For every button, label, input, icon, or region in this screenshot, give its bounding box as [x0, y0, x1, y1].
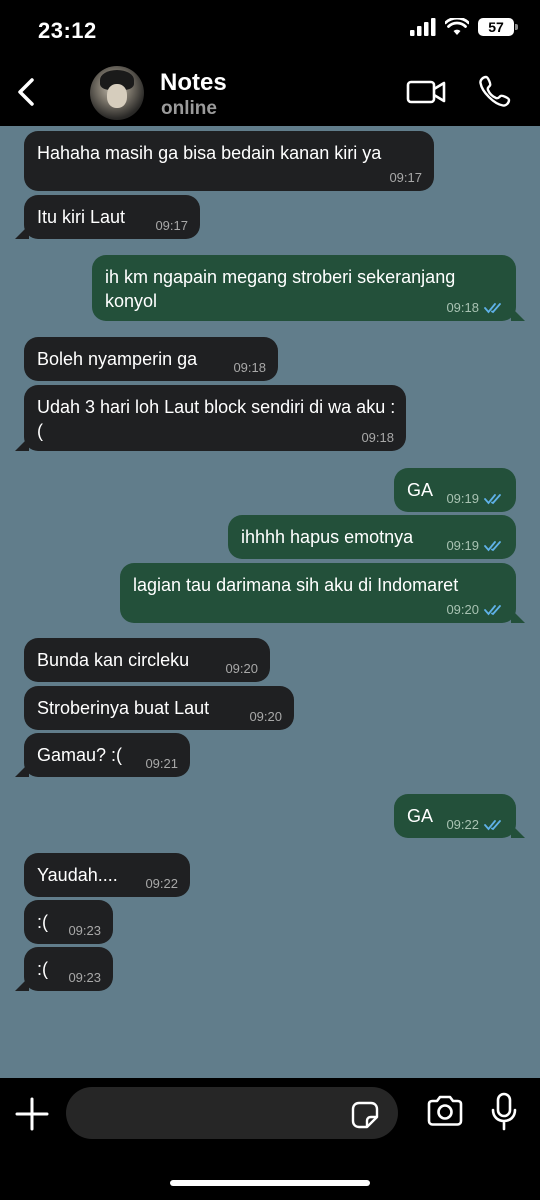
wifi-icon — [445, 18, 469, 35]
battery-indicator: 57 — [478, 18, 518, 36]
message-text: lagian tau darimana sih aku di Indomaret — [133, 575, 459, 595]
message-outgoing[interactable]: GA 09:22 — [394, 794, 525, 838]
chat-area[interactable]: Hahaha masih ga bisa bedain kanan kiri y… — [0, 126, 540, 1078]
message-meta: 09:18 — [233, 360, 266, 375]
message-incoming[interactable]: Stroberinya buat Laut 09:20 — [24, 686, 294, 730]
contact-name[interactable]: Notes — [160, 69, 227, 97]
message-meta: 09:23 — [68, 923, 101, 938]
message-meta: 09:21 — [145, 756, 178, 771]
message-text: ihhhh hapus emotnya — [241, 527, 414, 547]
message-meta: 09:18 — [446, 300, 504, 315]
message-meta: 09:22 — [446, 817, 504, 832]
read-ticks-icon — [484, 302, 501, 313]
read-ticks-icon — [484, 493, 501, 504]
message-time: 09:22 — [145, 876, 178, 891]
message-text: :( — [37, 912, 48, 932]
signal-icon — [410, 18, 436, 36]
message-input[interactable] — [66, 1087, 398, 1139]
message-text: GA — [407, 806, 434, 826]
message-time: 09:19 — [446, 538, 479, 553]
message-time: 09:20 — [249, 709, 282, 724]
message-meta: 09:20 — [249, 709, 282, 724]
message-text: Hahaha masih ga bisa bedain kanan kiri y… — [37, 143, 382, 163]
message-meta: 09:19 — [446, 538, 504, 553]
chat-header: Notes online — [0, 60, 540, 126]
back-chevron-icon[interactable] — [10, 72, 46, 112]
message-time: 09:23 — [68, 923, 101, 938]
contact-status: online — [161, 98, 217, 119]
message-outgoing[interactable]: GA 09:19 — [394, 468, 516, 512]
sticker-icon[interactable] — [351, 1101, 379, 1129]
message-incoming[interactable]: :( 09:23 — [24, 900, 113, 944]
message-incoming[interactable]: Yaudah.... 09:22 — [24, 853, 190, 897]
message-time: 09:17 — [389, 170, 422, 185]
status-icons: 57 — [410, 18, 518, 36]
message-incoming[interactable]: Boleh nyamperin ga 09:18 — [24, 337, 278, 381]
status-bar: 23:12 57 — [0, 0, 540, 60]
message-meta: 09:20 — [446, 602, 504, 617]
message-time: 09:17 — [155, 218, 188, 233]
message-time: 09:20 — [446, 602, 479, 617]
message-incoming[interactable]: Itu kiri Laut 09:17 — [15, 195, 200, 239]
message-time: 09:19 — [446, 491, 479, 506]
message-text: GA — [407, 480, 434, 500]
read-ticks-icon — [484, 540, 501, 551]
home-indicator[interactable] — [170, 1180, 370, 1186]
message-text: Itu kiri Laut — [37, 207, 126, 227]
message-time: 09:20 — [225, 661, 258, 676]
status-time: 23:12 — [38, 18, 97, 43]
message-incoming[interactable]: Bunda kan circleku 09:20 — [24, 638, 270, 682]
message-text: Yaudah.... — [37, 865, 118, 885]
message-meta: 09:20 — [225, 661, 258, 676]
message-meta: 09:19 — [446, 491, 504, 506]
message-meta: 09:22 — [145, 876, 178, 891]
message-text: Stroberinya buat Laut — [37, 698, 210, 718]
message-time: 09:18 — [361, 430, 394, 445]
message-text: Gamau? :( — [37, 745, 123, 765]
message-time: 09:21 — [145, 756, 178, 771]
message-meta: 09:18 — [361, 430, 394, 445]
video-call-icon[interactable] — [406, 78, 446, 106]
message-meta: 09:17 — [389, 170, 422, 185]
avatar[interactable] — [90, 66, 144, 120]
message-time: 09:18 — [233, 360, 266, 375]
camera-icon[interactable] — [426, 1094, 464, 1128]
message-incoming[interactable]: Udah 3 hari loh Laut block sendiri di wa… — [15, 385, 406, 451]
message-meta: 09:17 — [155, 218, 188, 233]
message-time: 09:22 — [446, 817, 479, 832]
plus-icon[interactable] — [14, 1096, 50, 1132]
read-ticks-icon — [484, 604, 501, 615]
message-outgoing[interactable]: ih km ngapain megang stroberi sekeranjan… — [92, 255, 525, 321]
message-text: Boleh nyamperin ga — [37, 349, 198, 369]
message-incoming[interactable]: Hahaha masih ga bisa bedain kanan kiri y… — [24, 131, 434, 191]
message-outgoing[interactable]: ihhhh hapus emotnya 09:19 — [228, 515, 516, 559]
microphone-icon[interactable] — [490, 1092, 518, 1132]
message-meta: 09:23 — [68, 970, 101, 985]
message-time: 09:23 — [68, 970, 101, 985]
message-outgoing[interactable]: lagian tau darimana sih aku di Indomaret… — [120, 563, 525, 623]
message-text: Udah 3 hari loh Laut block sendiri di wa… — [37, 397, 396, 441]
message-time: 09:18 — [446, 300, 479, 315]
message-incoming[interactable]: :( 09:23 — [15, 947, 113, 991]
message-text: ih km ngapain megang stroberi sekeranjan… — [105, 267, 456, 311]
phone-icon[interactable] — [478, 74, 512, 108]
message-incoming[interactable]: Gamau? :( 09:21 — [15, 733, 190, 777]
read-ticks-icon — [484, 819, 501, 830]
message-text: :( — [37, 959, 48, 979]
message-text: Bunda kan circleku — [37, 650, 190, 670]
